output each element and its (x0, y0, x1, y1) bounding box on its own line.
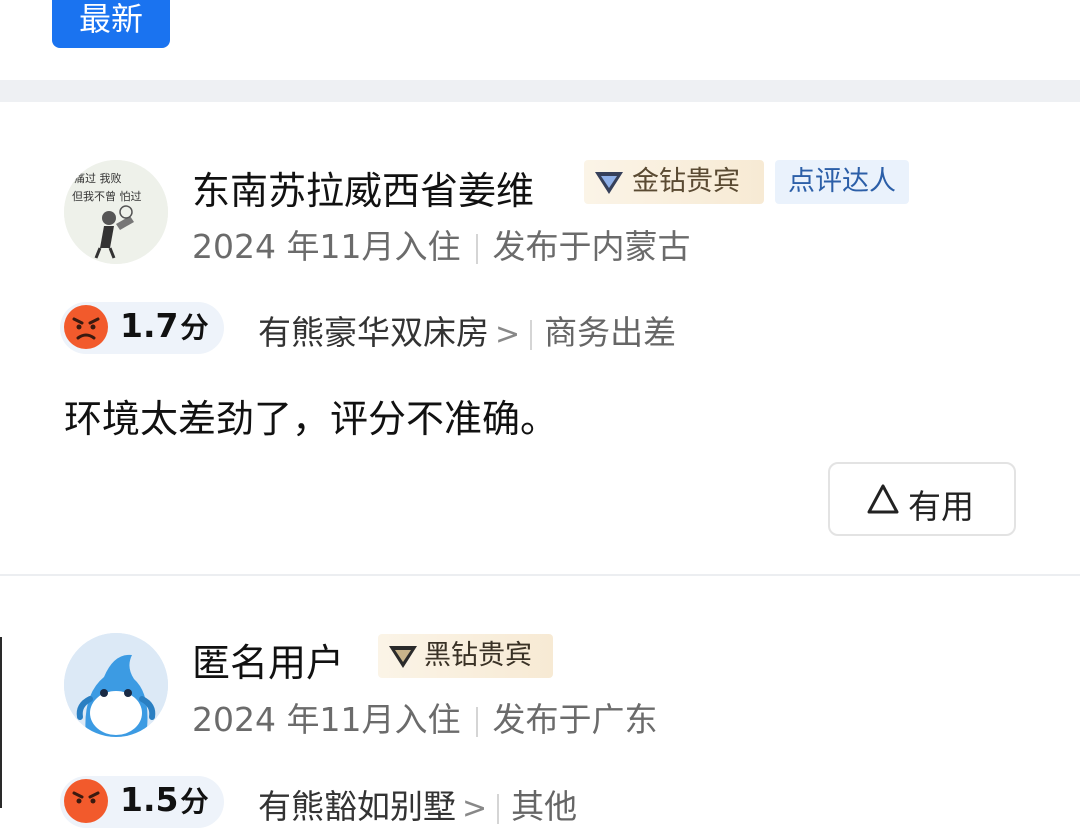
stay-date: 2024 年11月入住 (192, 700, 461, 739)
trip-type: 其他 (511, 787, 578, 826)
expert-badge[interactable]: 点评达人 (775, 160, 909, 204)
chevron-right-icon: > (495, 317, 521, 352)
review-text: 环境太差劲了，评分不准确。 (64, 397, 559, 441)
username[interactable]: 匿名用户 (192, 632, 344, 687)
triangle-up-icon (867, 484, 899, 514)
section-divider (0, 80, 1080, 102)
published-location: 发布于广东 (492, 700, 658, 739)
score-pill: 1.5分 (60, 776, 224, 828)
room-separator (497, 793, 500, 824)
username[interactable]: 东南苏拉威西省姜维 (192, 160, 534, 215)
helpful-button[interactable]: 有用 (828, 462, 1016, 536)
review-card: 痛过 我败 但我不曾 怕过 东南苏拉威西省姜维 金钻贵宾 点评达人 2024 年… (0, 102, 1080, 574)
score-pill: 1.7分 (60, 302, 224, 354)
avatar-sketch-icon: 痛过 我败 但我不曾 怕过 (64, 160, 168, 264)
svg-text:但我不曾 怕过: 但我不曾 怕过 (72, 189, 142, 203)
review-card: 匿名用户 黑钻贵宾 2024 年11月入住 发布于广东 1.5分 有熊豁如别墅 > 其… (0, 576, 1080, 828)
stay-info: 2024 年11月入住 发布于广东 (192, 693, 657, 741)
gold-diamond-icon (595, 172, 623, 194)
member-badge-label: 黑钻贵宾 (424, 640, 532, 671)
screen-edge (0, 637, 2, 808)
room-type[interactable]: 有熊豪华双床房 (258, 313, 489, 352)
dolphin-avatar-icon (64, 633, 168, 737)
room-info[interactable]: 有熊豪华双床房 > 商务出差 (258, 306, 676, 354)
helpful-label: 有用 (908, 487, 974, 526)
stay-date: 2024 年11月入住 (192, 227, 461, 266)
stay-info: 2024 年11月入住 发布于内蒙古 (192, 220, 690, 268)
trip-type: 商务出差 (544, 313, 677, 352)
avatar[interactable] (64, 633, 168, 737)
score-value: 1.7分 (120, 306, 209, 345)
room-type[interactable]: 有熊豁如别墅 (258, 787, 456, 826)
meta-separator (476, 233, 479, 264)
score-value: 1.5分 (120, 780, 209, 819)
member-badge-label: 金钻贵宾 (632, 166, 740, 197)
member-badge[interactable]: 金钻贵宾 (584, 160, 764, 204)
black-diamond-icon (389, 646, 417, 668)
angry-face-icon (64, 305, 108, 349)
angry-face-icon (64, 779, 108, 823)
room-separator (530, 319, 533, 350)
chevron-right-icon: > (462, 791, 488, 826)
sort-bar: 最新 (0, 0, 1080, 80)
room-info[interactable]: 有熊豁如别墅 > 其他 (258, 780, 577, 828)
published-location: 发布于内蒙古 (492, 227, 691, 266)
sort-latest-button[interactable]: 最新 (52, 0, 170, 48)
svg-text:痛过 我败: 痛过 我败 (74, 171, 122, 185)
avatar[interactable]: 痛过 我败 但我不曾 怕过 (64, 160, 168, 264)
member-badge[interactable]: 黑钻贵宾 (378, 634, 553, 678)
meta-separator (476, 706, 479, 737)
